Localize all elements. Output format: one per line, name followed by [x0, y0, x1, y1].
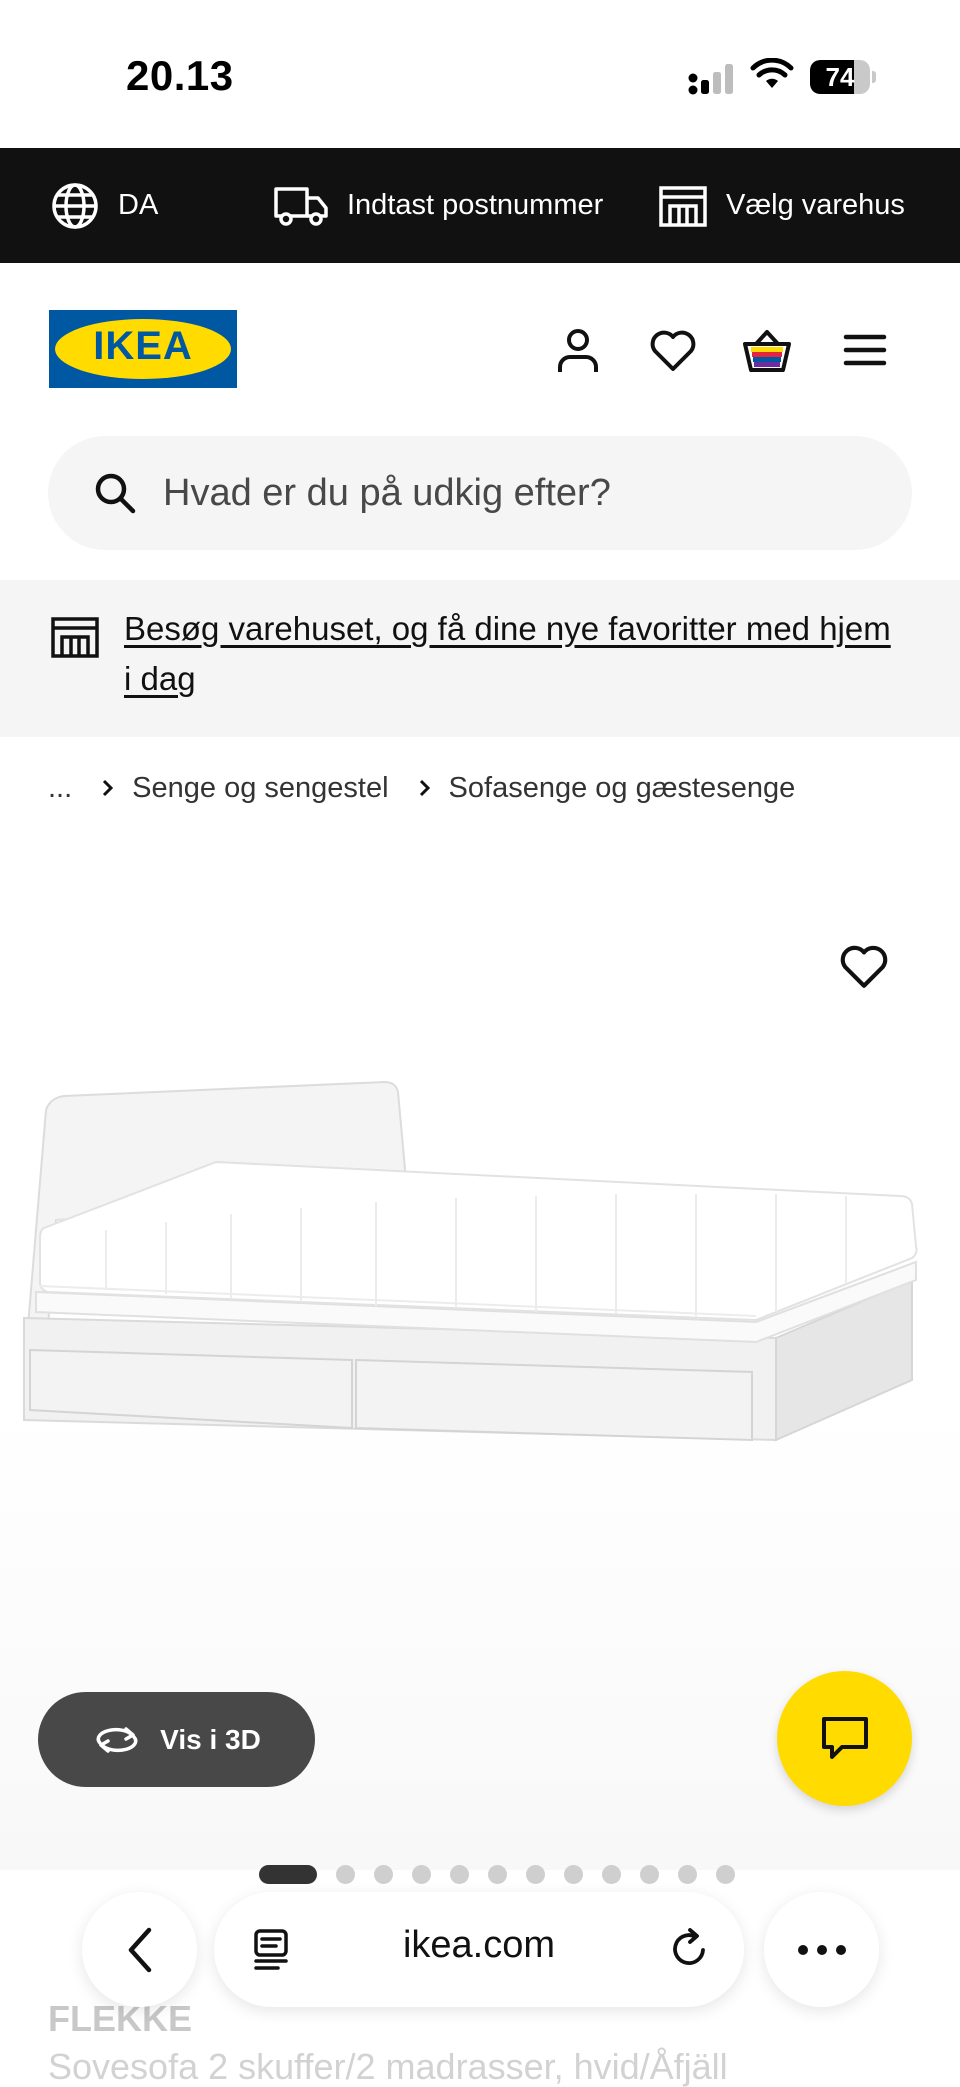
top-utility-bar: DA Indtast postnummer Vælg varehus: [0, 148, 960, 263]
carousel-dot[interactable]: [526, 1864, 545, 1884]
cellular-signal-icon: [688, 64, 733, 95]
store-visit-link[interactable]: Besøg varehuset, og få dine nye favoritt…: [124, 604, 904, 704]
chevron-right-icon: [419, 779, 431, 797]
search-icon: [95, 473, 136, 514]
carousel-dot[interactable]: [716, 1864, 735, 1884]
logo-text: IKEA: [93, 324, 193, 368]
language-selector[interactable]: DA: [50, 148, 158, 263]
carousel-dot[interactable]: [678, 1864, 697, 1884]
wishlist-heart-icon[interactable]: [648, 325, 698, 375]
url-text: ikea.com: [402, 1924, 556, 1966]
product-name: FLEKKE: [48, 1998, 192, 2039]
postcode-button[interactable]: Indtast postnummer: [273, 148, 603, 263]
carousel-dot[interactable]: [450, 1864, 469, 1884]
browser-back-button[interactable]: [82, 1892, 197, 2007]
status-bar: 20.13 74: [0, 0, 960, 148]
chevron-left-icon: [128, 1927, 151, 1972]
store-visit-banner[interactable]: Besøg varehuset, og få dine nye favoritt…: [0, 580, 960, 737]
view-in-3d-label: Vis i 3D: [160, 1723, 261, 1755]
browser-more-button[interactable]: [764, 1892, 879, 2007]
carousel-dot[interactable]: [259, 1864, 317, 1884]
product-description: Sovesofa 2 skuffer/2 madrasser, hvid/Åfj…: [48, 2046, 728, 2087]
add-to-favourites-heart-icon[interactable]: [838, 940, 890, 992]
breadcrumb: ... Senge og sengestel Sofasenge og gæst…: [48, 764, 795, 812]
search-bar[interactable]: [48, 436, 912, 550]
battery-percent: 74: [825, 62, 855, 92]
carousel-dot[interactable]: [640, 1864, 659, 1884]
truck-icon: [274, 186, 328, 226]
store-icon: [659, 185, 707, 227]
carousel-dot[interactable]: [602, 1864, 621, 1884]
carousel-dot[interactable]: [564, 1864, 583, 1884]
shopping-bag-icon[interactable]: [742, 325, 792, 375]
browser-address-bar[interactable]: ikea.com: [214, 1892, 744, 2007]
store-icon: [51, 617, 99, 658]
menu-icon[interactable]: [840, 325, 890, 375]
search-input[interactable]: [163, 436, 863, 550]
wifi-icon: [750, 58, 794, 88]
rotate-3d-icon: [96, 1726, 138, 1753]
more-dots-icon: [797, 1944, 846, 1955]
carousel-dot[interactable]: [336, 1864, 355, 1884]
product-image-daybed: [23, 1080, 918, 1442]
globe-icon: [52, 182, 98, 229]
ikea-logo[interactable]: IKEA: [49, 310, 237, 388]
reload-icon[interactable]: [670, 1928, 710, 1970]
profile-icon[interactable]: [553, 325, 603, 375]
view-in-3d-button[interactable]: Vis i 3D: [38, 1692, 315, 1787]
carousel-dot[interactable]: [374, 1864, 393, 1884]
status-time: 20.13: [126, 52, 234, 99]
language-label: DA: [118, 189, 159, 221]
store-label: Vælg varehus: [726, 189, 905, 221]
chat-button[interactable]: [777, 1671, 912, 1806]
carousel-indicator[interactable]: [259, 1864, 754, 1884]
breadcrumb-item-beds[interactable]: Senge og sengestel: [132, 772, 388, 805]
battery-icon: 74: [810, 60, 876, 94]
chevron-right-icon: [102, 779, 114, 797]
chat-bubble-icon: [821, 1716, 868, 1759]
breadcrumb-item-sofabeds[interactable]: Sofasenge og gæstesenge: [449, 772, 796, 805]
site-header: IKEA: [0, 263, 960, 433]
carousel-dot[interactable]: [488, 1864, 507, 1884]
postcode-label: Indtast postnummer: [347, 189, 604, 221]
store-selector[interactable]: Vælg varehus: [658, 148, 905, 263]
carousel-dot[interactable]: [412, 1864, 431, 1884]
breadcrumb-ellipsis[interactable]: ...: [48, 772, 72, 805]
